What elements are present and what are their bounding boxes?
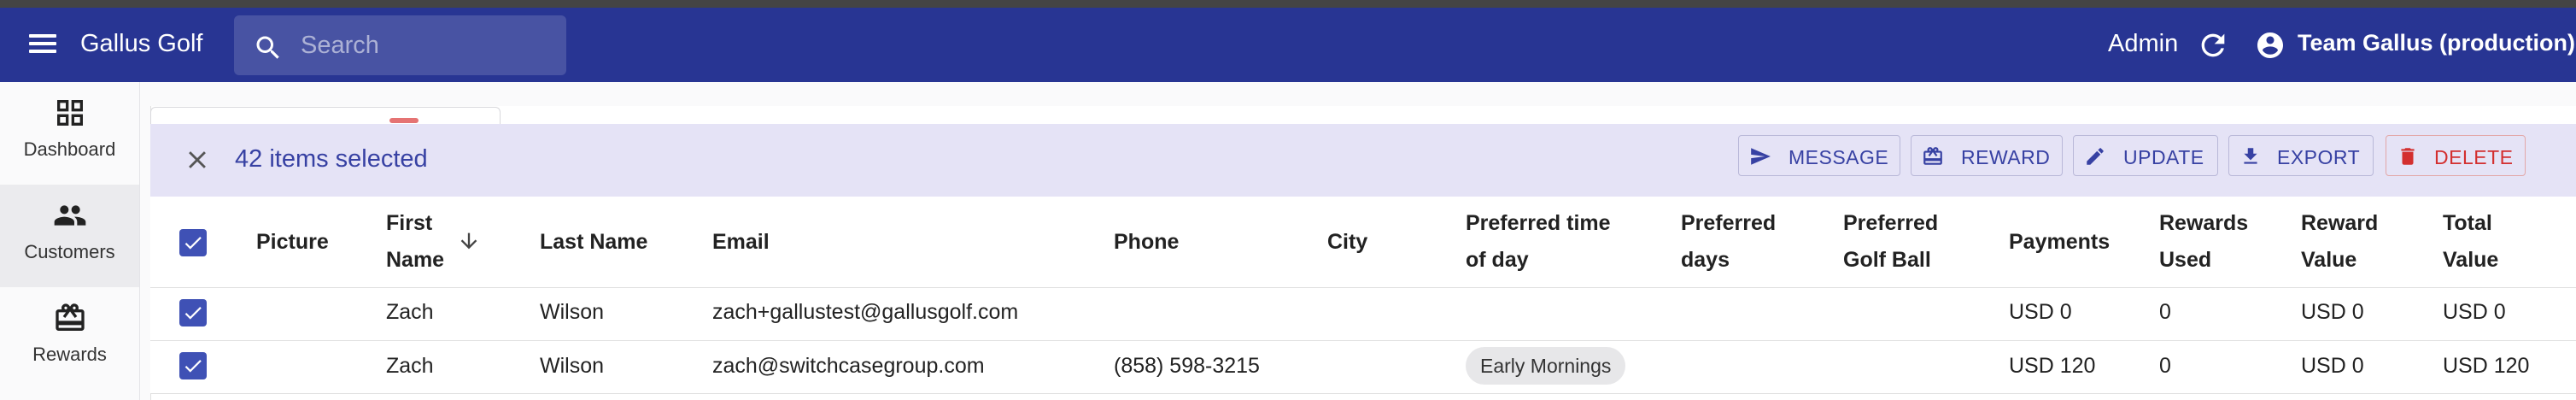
team-selector[interactable]: Team Gallus (production)	[2298, 30, 2575, 56]
column-header-last-name[interactable]: Last Name	[540, 224, 647, 261]
row-checkbox[interactable]	[179, 352, 207, 379]
column-header-total-value-line2[interactable]: Value	[2443, 242, 2498, 279]
select-all-checkbox[interactable]	[179, 229, 207, 256]
cell-email: zach+gallustest@gallusgolf.com	[712, 300, 1019, 324]
sidebar-item-dashboard[interactable]: Dashboard	[0, 82, 139, 185]
card-giftcard-icon	[56, 303, 85, 331]
row-checkbox[interactable]	[179, 299, 207, 326]
sort-arrow-down-icon[interactable]	[457, 229, 481, 253]
sidebar: Dashboard Customers Rewards	[0, 82, 140, 400]
refresh-icon[interactable]	[2196, 28, 2230, 62]
cell-reward-value: USD 0	[2301, 300, 2364, 324]
sidebar-item-label: Customers	[24, 241, 115, 262]
sidebar-item-customers[interactable]: Customers	[0, 185, 139, 287]
reward-icon	[1923, 147, 1942, 165]
cell-last-name: Wilson	[540, 354, 605, 378]
edit-icon	[2087, 148, 2104, 165]
cell-first-name: Zach	[386, 354, 434, 378]
column-header-rewards-used-line1[interactable]: Rewards	[2159, 205, 2248, 242]
cell-rewards-used: 0	[2159, 354, 2171, 378]
cell-payments: USD 0	[2009, 300, 2072, 324]
cell-payments: USD 120	[2009, 354, 2096, 378]
cell-email: zach@switchcasegroup.com	[712, 354, 985, 378]
preferred-time-chip: Early Mornings	[1466, 347, 1626, 385]
column-header-reward-value-line2[interactable]: Value	[2301, 242, 2356, 279]
trash-icon	[2401, 148, 2415, 165]
background-card-badge	[389, 118, 419, 123]
search-box[interactable]	[234, 15, 566, 75]
delete-button[interactable]: DELETE	[2386, 135, 2526, 176]
column-header-preferred-ball-line2[interactable]: Golf Ball	[1843, 242, 1931, 279]
delete-button-label: DELETE	[2434, 146, 2514, 168]
column-header-picture[interactable]: Picture	[256, 224, 329, 261]
cell-reward-value: USD 0	[2301, 354, 2364, 378]
table-row[interactable]	[150, 341, 2576, 394]
column-header-preferred-time-line1[interactable]: Preferred time	[1466, 205, 1611, 242]
window-top-strip	[0, 0, 2576, 8]
account-circle-icon[interactable]	[2255, 30, 2286, 61]
sidebar-item-label: Rewards	[32, 344, 107, 365]
search-input[interactable]	[301, 31, 548, 60]
column-header-payments[interactable]: Payments	[2009, 224, 2110, 261]
dashboard-icon	[57, 100, 83, 126]
column-header-phone[interactable]: Phone	[1114, 224, 1179, 261]
column-header-email[interactable]: Email	[712, 224, 770, 261]
menu-icon[interactable]	[27, 32, 58, 56]
cell-last-name: Wilson	[540, 300, 605, 324]
column-header-rewards-used-line2[interactable]: Used	[2159, 242, 2211, 279]
check-icon	[184, 307, 202, 320]
cell-first-name: Zach	[386, 300, 434, 324]
download-icon	[2244, 148, 2257, 164]
column-header-preferred-days-line1[interactable]: Preferred	[1681, 205, 1776, 242]
search-icon	[256, 36, 279, 59]
close-icon[interactable]	[183, 145, 212, 174]
send-icon	[1751, 148, 1771, 165]
column-header-first-name-line1[interactable]: First	[386, 205, 432, 242]
column-header-total-value-line1[interactable]: Total	[2443, 205, 2492, 242]
column-header-reward-value-line1[interactable]: Reward	[2301, 205, 2378, 242]
column-header-preferred-ball-line1[interactable]: Preferred	[1843, 205, 1938, 242]
table-row[interactable]	[150, 288, 2576, 341]
reward-button[interactable]: REWARD	[1911, 135, 2063, 176]
cell-total-value: USD 0	[2443, 300, 2506, 324]
sidebar-item-rewards[interactable]: Rewards	[0, 287, 139, 390]
cell-rewards-used: 0	[2159, 300, 2171, 324]
people-icon	[54, 205, 86, 226]
selected-count: 42 items selected	[235, 145, 428, 173]
column-header-preferred-days-line2[interactable]: days	[1681, 242, 1730, 279]
update-button-label: UPDATE	[2123, 146, 2204, 168]
app-bar: Gallus Golf Admin Team Gallus (productio…	[0, 8, 2576, 82]
admin-label[interactable]: Admin	[2108, 30, 2178, 58]
column-header-city[interactable]: City	[1327, 224, 1367, 261]
check-icon	[184, 360, 202, 373]
update-button[interactable]: UPDATE	[2073, 135, 2218, 176]
export-button[interactable]: EXPORT	[2228, 135, 2374, 176]
sidebar-item-label: Dashboard	[23, 138, 116, 160]
message-button[interactable]: MESSAGE	[1738, 135, 1900, 176]
column-header-first-name-line2[interactable]: Name	[386, 242, 444, 279]
cell-total-value: USD 120	[2443, 354, 2530, 378]
export-button-label: EXPORT	[2277, 146, 2361, 168]
cell-phone: (858) 598-3215	[1114, 354, 1260, 378]
column-header-preferred-time-line2[interactable]: of day	[1466, 242, 1529, 279]
reward-button-label: REWARD	[1961, 146, 2051, 168]
check-icon	[184, 237, 202, 250]
app-title[interactable]: Gallus Golf	[80, 30, 202, 58]
message-button-label: MESSAGE	[1789, 146, 1889, 168]
